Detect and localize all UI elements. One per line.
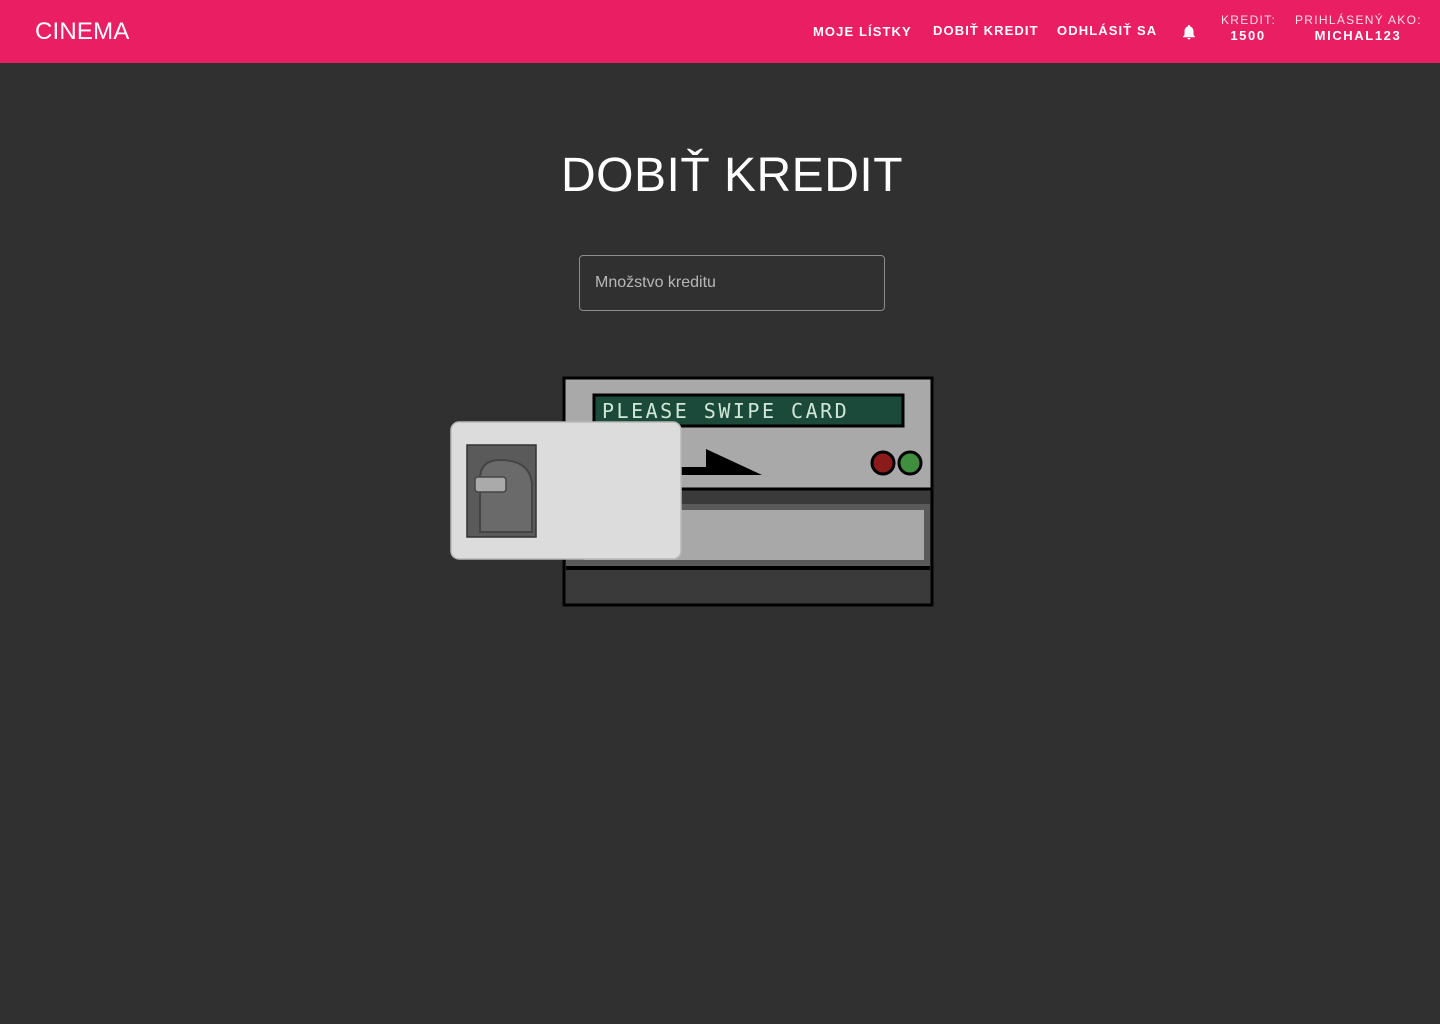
indicator-light-green: [897, 450, 923, 476]
indicator-light-red: [870, 450, 896, 476]
user-label: PRIHLÁSENÝ AKO:: [1295, 13, 1422, 27]
card-reader-illustration: PLEASE SWIPE CARD: [450, 376, 934, 607]
credit-display: KREDIT: 1500: [1221, 13, 1275, 43]
lcd-display-text: PLEASE SWIPE CARD: [602, 399, 849, 423]
credit-value: 1500: [1230, 28, 1266, 43]
credit-amount-field[interactable]: [579, 255, 885, 311]
id-card-silhouette: [479, 458, 533, 533]
brand-logo[interactable]: CINEMA: [35, 18, 130, 46]
top-app-bar: CINEMA MOJE LÍSTKY DOBIŤ KREDIT ODHLÁSIŤ…: [0, 0, 1440, 63]
page-title: DOBIŤ KREDIT: [560, 149, 904, 202]
bell-icon[interactable]: [1180, 21, 1198, 43]
user-display: PRIHLÁSENÝ AKO: MICHAL123: [1295, 13, 1421, 43]
credit-amount-input[interactable]: [580, 256, 884, 310]
nav-top-up-credit[interactable]: DOBIŤ KREDIT: [933, 23, 1039, 38]
nav-logout[interactable]: ODHLÁSIŤ SA: [1057, 23, 1157, 38]
id-card-chip: [474, 476, 507, 493]
nav-my-tickets[interactable]: MOJE LÍSTKY: [813, 24, 912, 39]
username: MICHAL123: [1314, 28, 1402, 43]
reader-divider: [566, 566, 930, 570]
credit-label: KREDIT:: [1221, 13, 1277, 27]
